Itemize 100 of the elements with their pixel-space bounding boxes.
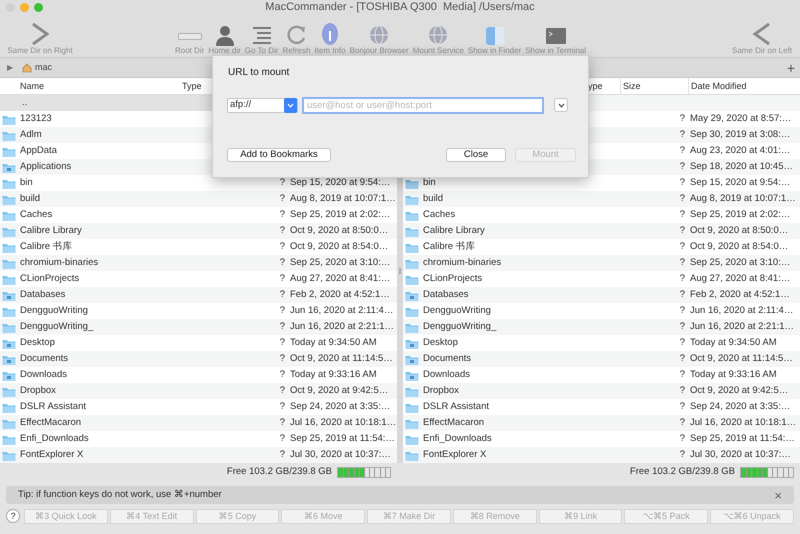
dialog-title: URL to mount xyxy=(228,66,290,80)
file-size: ? xyxy=(680,304,685,318)
file-size: ? xyxy=(680,256,685,270)
add-tab-button[interactable]: + xyxy=(786,60,795,74)
file-row[interactable]: build ? Aug 8, 2019 at 10:07:1… xyxy=(0,191,397,207)
file-name: Calibre 书库 xyxy=(20,240,73,252)
file-size: ? xyxy=(280,352,285,366)
file-name: DengguoWriting_ xyxy=(20,320,94,332)
file-name: Enfi_Downloads xyxy=(20,432,89,444)
file-date: May 29, 2020 at 8:57:… xyxy=(690,112,792,124)
file-date: Aug 8, 2019 at 10:07:1… xyxy=(290,192,396,204)
file-date: Feb 2, 2020 at 4:52:1… xyxy=(290,288,390,300)
file-date: Sep 24, 2020 at 3:35:… xyxy=(690,400,790,412)
file-date: Feb 2, 2020 at 4:52:1… xyxy=(690,288,790,300)
file-size: ? xyxy=(280,192,285,206)
file-name: Enfi_Downloads xyxy=(423,432,492,444)
column-header[interactable]: ype xyxy=(586,78,620,95)
file-name: build xyxy=(20,192,40,204)
file-date: Sep 30, 2019 at 3:08:… xyxy=(690,128,790,140)
file-size: ? xyxy=(680,400,685,414)
column-header[interactable]: Name xyxy=(18,78,180,95)
file-name: Databases xyxy=(423,288,468,300)
file-date: Today at 9:33:16 AM xyxy=(690,368,777,380)
file-size: ? xyxy=(680,384,685,398)
path-segment[interactable]: mac xyxy=(35,60,52,74)
free-space-label: Free 103.2 GB/239.8 GB xyxy=(630,464,735,479)
file-name: build xyxy=(423,192,444,204)
file-size: ? xyxy=(280,320,285,334)
file-name: Desktop xyxy=(423,336,458,348)
file-size: ? xyxy=(280,448,285,462)
file-row[interactable]: Documents ? Oct 9, 2020 at 11:14:5… xyxy=(0,351,397,367)
file-size: ? xyxy=(680,192,685,206)
file-row[interactable]: FontExplorer X ? Jul 30, 2020 at 10:37:… xyxy=(403,447,800,463)
window-title: MacCommander - [TOSHIBA Q300 Media] /Users/mac xyxy=(265,2,535,13)
file-date: Aug 23, 2020 at 4:01:… xyxy=(690,144,790,156)
file-date: Jul 30, 2020 at 10:37:… xyxy=(290,448,391,460)
file-name: Dropbox xyxy=(423,384,459,396)
file-name: Databases xyxy=(20,288,66,300)
file-size: ? xyxy=(280,272,285,286)
file-size: ? xyxy=(680,336,685,350)
url-input-field[interactable]: user@host or user@host:port xyxy=(302,97,544,114)
file-name: Dropbox xyxy=(20,384,56,396)
dialog-button[interactable]: Add to Bookmarks xyxy=(227,148,331,162)
file-date: Sep 25, 2020 at 3:10:… xyxy=(690,256,790,268)
file-name: Adlm xyxy=(20,128,42,140)
file-size: ? xyxy=(280,416,285,430)
file-date: Jun 16, 2020 at 2:11:4… xyxy=(290,304,394,316)
file-size: ? xyxy=(680,448,685,462)
file-row[interactable]: Calibre Library ? Oct 9, 2020 at 8:50:0… xyxy=(0,223,397,239)
file-name: Calibre Library xyxy=(20,224,82,236)
file-size: ? xyxy=(680,176,685,190)
file-date: Jul 16, 2020 at 10:18:1… xyxy=(690,416,796,428)
protocol-popup[interactable]: afp:// xyxy=(227,98,298,113)
file-name: DengguoWriting xyxy=(423,304,491,316)
file-row[interactable]: Dropbox ? Oct 9, 2020 at 9:42:5… xyxy=(0,383,397,399)
file-row[interactable]: Enfi_Downloads ? Sep 25, 2019 at 11:54:… xyxy=(0,431,397,447)
file-size: ? xyxy=(280,368,285,382)
file-date: Aug 27, 2020 at 8:41:… xyxy=(290,272,390,284)
file-size: ? xyxy=(280,256,285,270)
file-size: ? xyxy=(280,176,285,190)
file-row[interactable]: EffectMacaron ? Jul 16, 2020 at 10:18:1… xyxy=(0,415,397,431)
dialog-button[interactable]: Close xyxy=(446,148,506,162)
file-date: Oct 9, 2020 at 11:14:5… xyxy=(290,352,393,364)
file-name: 123123 xyxy=(20,112,52,124)
file-row[interactable]: DengguoWriting_ ? Jun 16, 2020 at 2:21:1… xyxy=(403,319,800,335)
file-date: Sep 15, 2020 at 9:54:… xyxy=(290,176,390,188)
file-row[interactable]: Databases ? Feb 2, 2020 at 4:52:1… xyxy=(0,287,397,303)
file-name: DengguoWriting_ xyxy=(423,320,496,332)
file-size: ? xyxy=(680,224,685,238)
file-name: .. xyxy=(21,96,28,108)
file-row[interactable]: build ? Aug 8, 2019 at 10:07:1… xyxy=(403,191,800,207)
file-date: Sep 15, 2020 at 9:54:… xyxy=(690,176,790,188)
file-row[interactable]: Calibre Library ? Oct 9, 2020 at 8:50:0… xyxy=(403,223,800,239)
file-name: chromium-binaries xyxy=(20,256,98,268)
file-date: Oct 9, 2020 at 11:14:5… xyxy=(690,352,793,364)
file-size: ? xyxy=(680,240,685,254)
file-row[interactable]: Documents ? Oct 9, 2020 at 11:14:5… xyxy=(403,351,800,367)
file-row[interactable]: DengguoWriting_ ? Jun 16, 2020 at 2:21:1… xyxy=(0,319,397,335)
file-date: Oct 9, 2020 at 8:54:0… xyxy=(690,240,788,252)
file-row[interactable]: Databases ? Feb 2, 2020 at 4:52:1… xyxy=(403,287,800,303)
file-name: Applications xyxy=(20,160,72,172)
file-size: ? xyxy=(280,432,285,446)
file-row[interactable]: Dropbox ? Oct 9, 2020 at 9:42:5… xyxy=(403,383,800,399)
file-row[interactable]: FontExplorer X ? Jul 30, 2020 at 10:37:… xyxy=(0,447,397,463)
file-date: Sep 24, 2020 at 3:35:… xyxy=(290,400,390,412)
file-date: Sep 25, 2019 at 11:54:… xyxy=(290,432,395,444)
file-date: Today at 9:34:50 AM xyxy=(690,336,777,348)
file-row[interactable]: chromium-binaries ? Sep 25, 2020 at 3:10:… xyxy=(403,255,800,271)
file-size: ? xyxy=(680,144,685,158)
file-size: ? xyxy=(280,288,285,302)
file-date: Oct 9, 2020 at 8:54:0… xyxy=(290,240,388,252)
file-date: Sep 25, 2019 at 2:02:… xyxy=(290,208,390,220)
file-name: DSLR Assistant xyxy=(423,400,489,412)
file-row[interactable]: EffectMacaron ? Jul 16, 2020 at 10:18:1… xyxy=(403,415,800,431)
help-button[interactable]: ? xyxy=(6,509,20,523)
file-size: ? xyxy=(680,288,685,302)
file-row[interactable]: chromium-binaries ? Sep 25, 2020 at 3:10:… xyxy=(0,255,397,271)
close-button[interactable]: × xyxy=(774,488,782,502)
file-date: Jun 16, 2020 at 2:21:1… xyxy=(290,320,394,332)
file-date: Oct 9, 2020 at 9:42:5… xyxy=(690,384,788,396)
